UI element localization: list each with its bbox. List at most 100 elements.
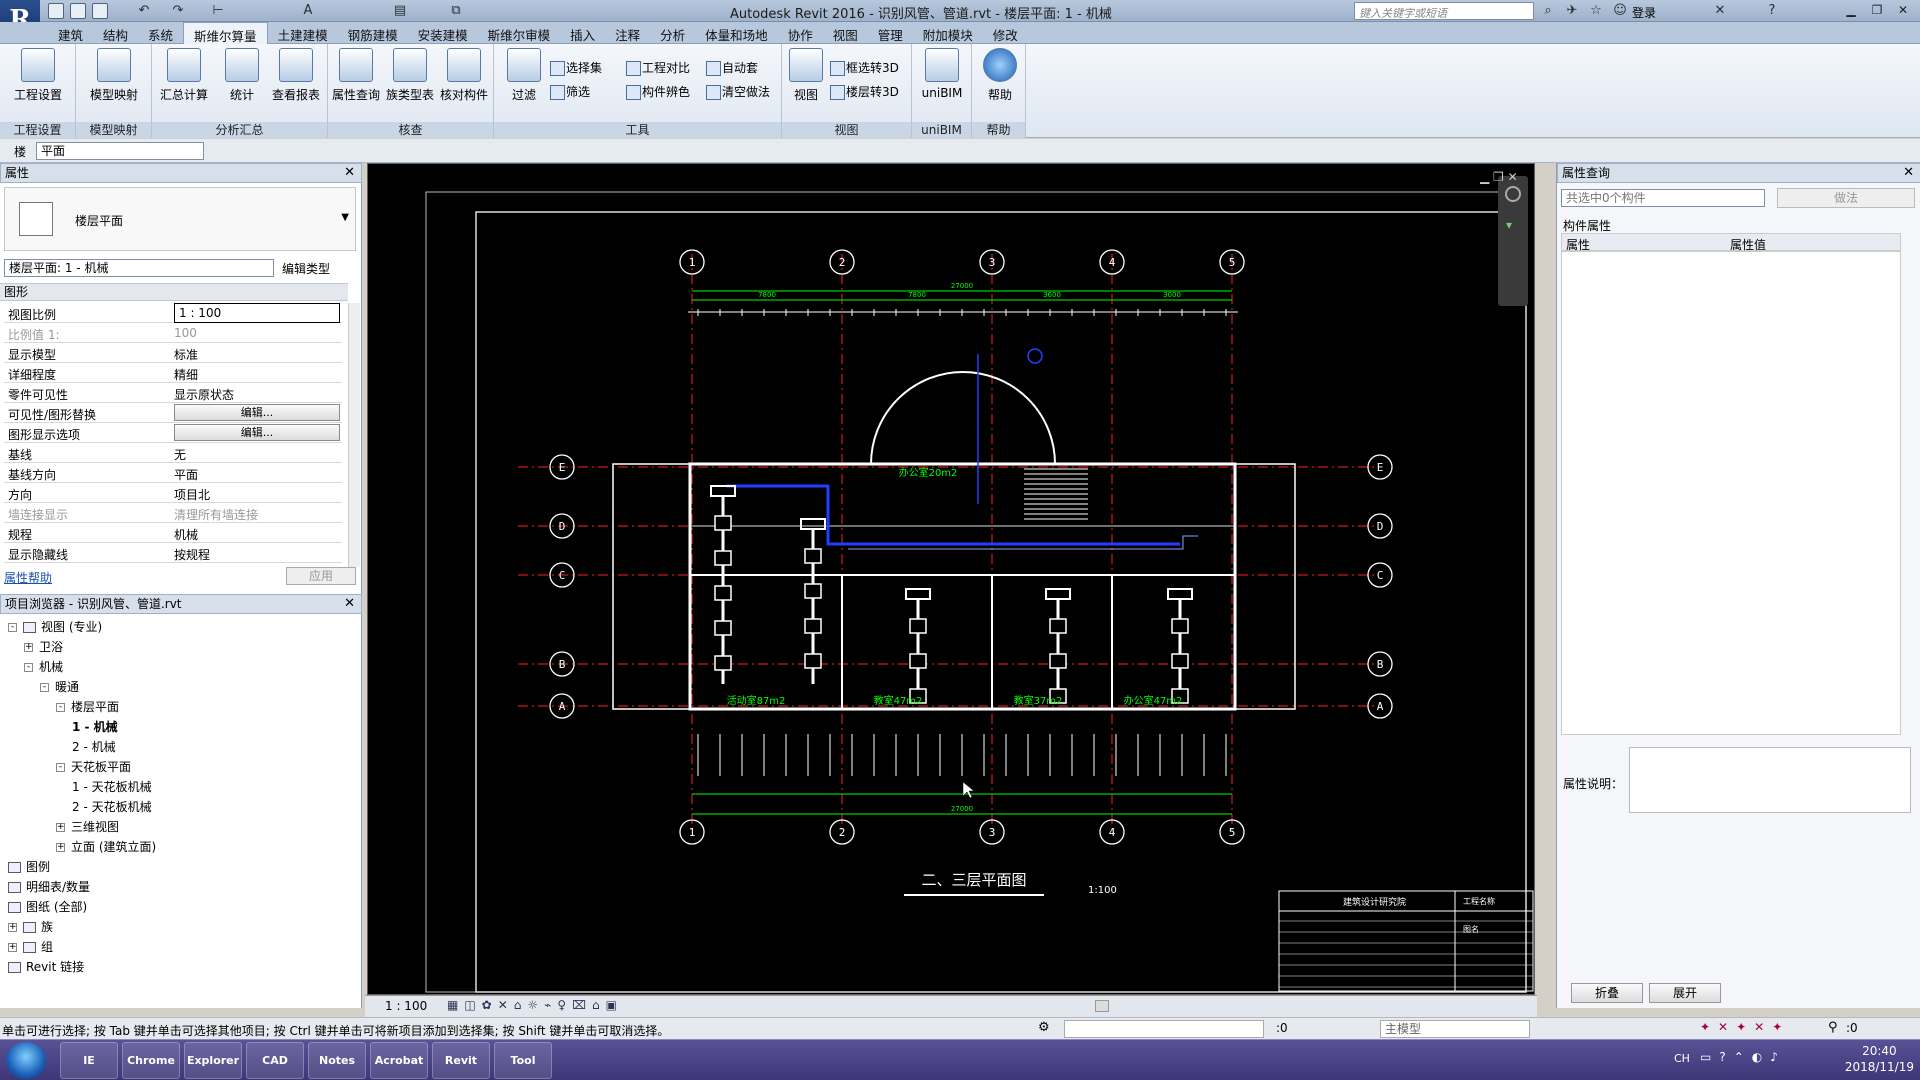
property-row[interactable]: 显示模型 标准 bbox=[4, 343, 342, 363]
favorites-icon[interactable]: ☆ bbox=[1588, 3, 1604, 19]
tab-2[interactable]: 系统 bbox=[138, 22, 183, 44]
tab-8[interactable]: 插入 bbox=[560, 22, 605, 44]
tab-14[interactable]: 管理 bbox=[868, 22, 913, 44]
property-row[interactable]: 显示隐藏线 按规程 bbox=[4, 543, 342, 563]
statistics-button[interactable]: 统计 bbox=[214, 48, 270, 118]
tree-plumbing[interactable]: + 卫浴 bbox=[24, 638, 63, 656]
property-row[interactable]: 墙连接显示 清理所有墙连接 bbox=[4, 503, 342, 523]
component-color-button[interactable]: 构件辨色 bbox=[624, 82, 690, 102]
close-icon[interactable]: ✕ bbox=[1890, 1, 1916, 19]
view-report-button[interactable]: 查看报表 bbox=[268, 48, 324, 118]
model-mapping-button[interactable]: 模型映射 bbox=[86, 48, 142, 118]
section-graphics[interactable]: 图形 bbox=[0, 283, 348, 301]
design-option-select[interactable]: 主模型 bbox=[1380, 1020, 1530, 1038]
input-language[interactable]: CH bbox=[1674, 1052, 1690, 1065]
redo-icon[interactable]: ↷ bbox=[170, 3, 186, 19]
expand-icon[interactable]: + bbox=[24, 643, 33, 652]
taskbar-app-cad[interactable]: CAD bbox=[246, 1042, 304, 1079]
restore-icon[interactable]: ❐ bbox=[1864, 1, 1890, 19]
zoom-icon[interactable]: ▾ bbox=[1506, 218, 1520, 232]
property-row[interactable]: 基线 无 bbox=[4, 443, 342, 463]
tree-plan-2[interactable]: 2 - 机械 bbox=[72, 738, 116, 756]
family-type-table-button[interactable]: 族类型表 bbox=[382, 48, 438, 118]
project-settings-button[interactable]: 工程设置 bbox=[10, 48, 66, 118]
property-row[interactable]: 比例值 1: 100 bbox=[4, 323, 342, 343]
tree-families[interactable]: + 族 bbox=[8, 918, 53, 936]
tab-10[interactable]: 分析 bbox=[650, 22, 695, 44]
collapse-icon[interactable]: - bbox=[56, 763, 65, 772]
floor-plan-drawing[interactable]: 1 1 2 2 3 3 4 4 5 5 E E D D C C B B A A 27000 7800 7800 3600 300… bbox=[368, 164, 1534, 994]
tree-mechanical[interactable]: - 机械 bbox=[24, 658, 63, 676]
close-icon[interactable]: ✕ bbox=[344, 164, 355, 182]
tree-floor-plans[interactable]: - 楼层平面 bbox=[56, 698, 119, 716]
tree-groups[interactable]: + 组 bbox=[8, 938, 53, 956]
filter-icon[interactable]: ⚲ bbox=[1828, 1020, 1838, 1035]
property-row[interactable]: 零件可见性 显示原状态 bbox=[4, 383, 342, 403]
selection-filter-icons[interactable]: ✦✕✦✕✦ bbox=[1700, 1020, 1790, 1034]
navigation-bar[interactable]: ▾ bbox=[1498, 176, 1528, 306]
tab-5[interactable]: 钢筋建模 bbox=[338, 22, 408, 44]
floor-to-3d-button[interactable]: 楼层转3D bbox=[828, 82, 899, 102]
query-grid-body[interactable] bbox=[1561, 251, 1901, 735]
steering-wheel-icon[interactable] bbox=[1505, 186, 1521, 202]
help-search-input[interactable]: 键入关键字或短语 bbox=[1354, 2, 1534, 20]
properties-help-link[interactable]: 属性帮助 bbox=[4, 569, 52, 586]
close-icon[interactable]: ✕ bbox=[344, 595, 355, 613]
apply-button[interactable]: 应用 bbox=[286, 567, 356, 585]
edit-button[interactable]: 编辑... bbox=[174, 404, 340, 421]
taskbar-app-tool[interactable]: Tool bbox=[494, 1042, 552, 1079]
tree-views[interactable]: - 视图 (专业) bbox=[8, 618, 102, 636]
clock[interactable]: 20:40 2018/11/19 bbox=[1845, 1043, 1914, 1075]
tree-elevations[interactable]: + 立面 (建筑立面) bbox=[56, 838, 156, 856]
tab-11[interactable]: 体量和场地 bbox=[695, 22, 778, 44]
tray-icons[interactable]: ▭?⌃◐♪ bbox=[1700, 1050, 1786, 1064]
taskbar-app-explorer[interactable]: Explorer bbox=[184, 1042, 242, 1079]
tab-15[interactable]: 附加模块 bbox=[913, 22, 983, 44]
start-button[interactable] bbox=[6, 1042, 46, 1079]
instance-select[interactable]: 楼层平面: 1 - 机械 bbox=[4, 259, 274, 277]
properties-scrollbar[interactable] bbox=[348, 303, 360, 567]
collapse-icon[interactable]: - bbox=[56, 703, 65, 712]
collapse-icon[interactable]: - bbox=[8, 623, 17, 632]
tab-12[interactable]: 协作 bbox=[778, 22, 823, 44]
tree-ceiling-1[interactable]: 1 - 天花板机械 bbox=[72, 778, 152, 796]
collapse-icon[interactable]: - bbox=[40, 683, 49, 692]
tree-plan-1[interactable]: 1 - 机械 bbox=[72, 718, 118, 736]
method-button[interactable]: 做法 bbox=[1777, 188, 1915, 208]
project-compare-button[interactable]: 工程对比 bbox=[624, 58, 690, 78]
taskbar-app-notes[interactable]: Notes bbox=[308, 1042, 366, 1079]
view-window-controls[interactable]: ▁ ❐ ✕ bbox=[1480, 170, 1518, 184]
taskbar-app-acrobat[interactable]: Acrobat bbox=[370, 1042, 428, 1079]
edit-type-button[interactable]: 编辑类型 bbox=[282, 260, 330, 277]
selected-count-select[interactable]: 共选中0个构件 bbox=[1561, 189, 1765, 207]
horizontal-scroll-thumb[interactable] bbox=[1095, 1000, 1109, 1012]
summary-calc-button[interactable]: 汇总计算 bbox=[156, 48, 212, 118]
property-row[interactable]: 方向 项目北 bbox=[4, 483, 342, 503]
auto-set-button[interactable]: 自动套 bbox=[704, 58, 758, 78]
text-icon[interactable]: A bbox=[300, 3, 316, 19]
view-scale[interactable]: 1 : 100 bbox=[385, 999, 427, 1013]
unibim-button[interactable]: uniBIM bbox=[914, 48, 970, 118]
tab-0[interactable]: 建筑 bbox=[48, 22, 93, 44]
property-row[interactable]: 详细程度 精细 bbox=[4, 363, 342, 383]
undo-icon[interactable]: ↶ bbox=[136, 3, 152, 19]
property-row[interactable]: 基线方向 平面 bbox=[4, 463, 342, 483]
check-component-button[interactable]: 核对构件 bbox=[436, 48, 492, 118]
worksets-icon[interactable]: ⚙ bbox=[1038, 1020, 1050, 1035]
edit-button[interactable]: 编辑... bbox=[174, 424, 340, 441]
tab-13[interactable]: 视图 bbox=[823, 22, 868, 44]
sync-icon[interactable] bbox=[92, 3, 108, 19]
tree-ceiling-plans[interactable]: - 天花板平面 bbox=[56, 758, 131, 776]
subscription-icon[interactable]: ✈ bbox=[1564, 3, 1580, 19]
user-icon[interactable]: ☺ bbox=[1612, 3, 1628, 19]
drawing-area[interactable]: 1 1 2 2 3 3 4 4 5 5 E E D D C C B B A A 27000 7800 7800 3600 300… bbox=[367, 163, 1535, 995]
tab-16[interactable]: 修改 bbox=[983, 22, 1028, 44]
property-row[interactable]: 规程 机械 bbox=[4, 523, 342, 543]
selection-set-button[interactable]: 选择集 bbox=[548, 58, 602, 78]
tree-legends[interactable]: 图例 bbox=[8, 858, 50, 876]
property-value[interactable]: 1 : 100 bbox=[174, 303, 340, 323]
tree-ceiling-2[interactable]: 2 - 天花板机械 bbox=[72, 798, 152, 816]
filter-button[interactable]: 过滤 bbox=[496, 48, 552, 118]
expand-icon[interactable]: + bbox=[56, 823, 65, 832]
clear-method-button[interactable]: 清空做法 bbox=[704, 82, 770, 102]
